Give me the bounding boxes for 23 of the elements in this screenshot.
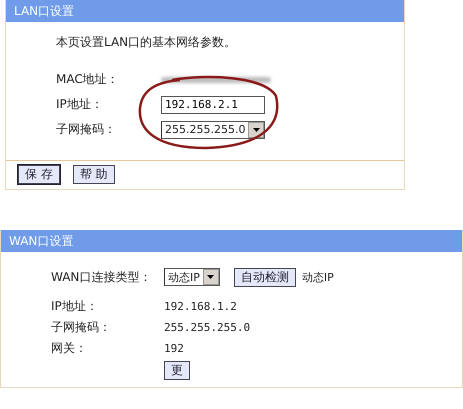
field-label: 网关： (51, 340, 88, 357)
field-value: 192.168.1.2 (164, 300, 237, 313)
field-label: 子网掩码： (56, 121, 117, 138)
connection-type-select[interactable]: 动态IP (164, 268, 220, 286)
intro-text: 本页设置LAN口的基本网络参数。 (56, 34, 238, 51)
field-label: IP地址： (56, 96, 104, 113)
field-label: WAN口连接类型： (51, 268, 152, 286)
detected-type-text: 动态IP (302, 270, 334, 284)
panel-title: WAN口设置 (1, 230, 462, 252)
field-value: 192 (164, 342, 184, 355)
field-label: IP地址： (51, 298, 99, 315)
panel-title: LAN口设置 (6, 0, 404, 22)
subnet-mask-select[interactable]: 255.255.255.0 (161, 120, 266, 138)
dropdown-arrow-icon (207, 275, 214, 279)
form-button[interactable]: 更 (164, 360, 190, 380)
form-button[interactable]: 保 存 (18, 165, 60, 184)
dropdown-arrow-icon (252, 128, 260, 132)
auto-detect-button[interactable]: 自动检测 (234, 268, 296, 286)
field-label: 子网掩码： (51, 319, 112, 336)
field-label: MAC地址： (56, 71, 120, 88)
form-button[interactable]: 帮 助 (72, 165, 115, 184)
ip-input-field[interactable]: 192.168.2.1 (161, 96, 265, 114)
field-value: 255.255.255.0 (164, 321, 250, 334)
